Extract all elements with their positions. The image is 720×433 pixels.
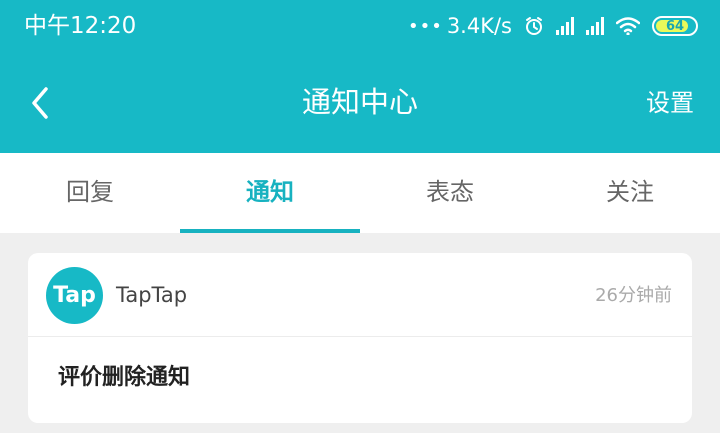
taptap-avatar[interactable]: Tap (46, 267, 103, 324)
page-title: 通知中心 (301, 85, 418, 119)
tab-reply[interactable]: 回复 (0, 153, 180, 233)
settings-button[interactable]: 设置 (646, 86, 694, 120)
notification-header: Tap TapTap 26分钟前 (28, 253, 692, 337)
wifi-icon (616, 17, 640, 35)
tab-notification[interactable]: 通知 (180, 153, 360, 233)
alarm-icon (526, 17, 542, 35)
battery-level: 64 (665, 18, 685, 34)
status-icons: ••• 3.4K/s 64 (408, 12, 698, 40)
network-speed: ••• 3.4K/s (408, 14, 512, 38)
more-dots-icon: ••• (407, 15, 443, 37)
notification-time: 26分钟前 (595, 285, 672, 306)
battery-icon: 64 (652, 16, 698, 36)
status-bar: 中午12:20 ••• 3.4K/s 64 (0, 0, 720, 54)
network-speed-value: 3.4K/s (446, 14, 512, 38)
notification-card[interactable]: Tap TapTap 26分钟前 评价删除通知 (28, 253, 692, 423)
tab-follow[interactable]: 关注 (540, 153, 720, 233)
tab-bar: 回复 通知 表态 关注 (0, 153, 720, 233)
status-time: 中午12:20 (24, 13, 137, 39)
signal-icon (586, 17, 604, 35)
tab-reaction[interactable]: 表态 (360, 153, 540, 233)
sender-name[interactable]: TapTap (116, 281, 187, 309)
signal-icon (556, 17, 574, 35)
notification-content: 评价删除通知 (58, 365, 191, 390)
app-header: 通知中心 设置 (0, 54, 720, 153)
